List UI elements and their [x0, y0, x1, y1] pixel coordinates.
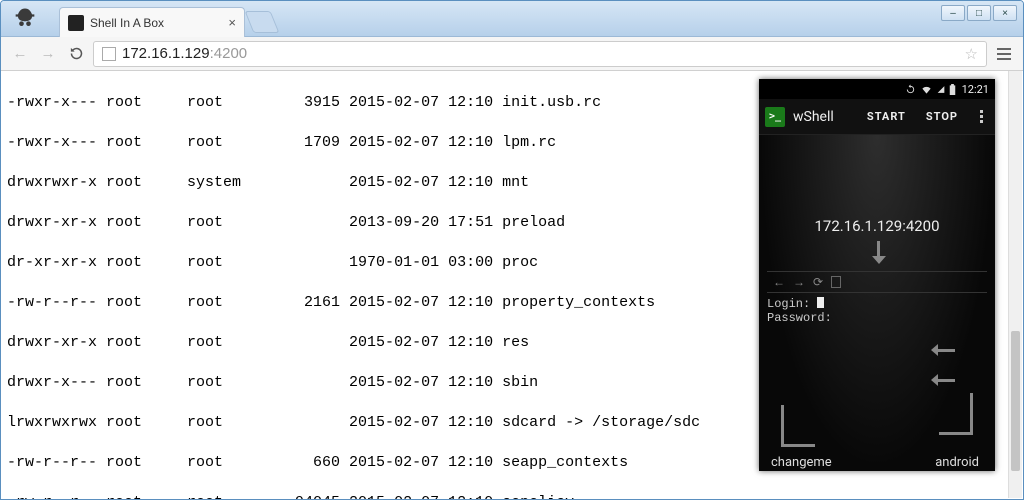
- minimize-button[interactable]: –: [941, 5, 965, 21]
- bookmark-star-icon[interactable]: ☆: [965, 45, 978, 63]
- android-screenshot: 12:21 wShell START STOP 172.16.1.129:420…: [759, 79, 995, 471]
- arrow-down-icon: [877, 241, 891, 261]
- close-window-button[interactable]: ×: [993, 5, 1017, 21]
- server-address-label: 172.16.1.129:4200: [767, 217, 987, 235]
- status-icons: [905, 84, 956, 95]
- login-prompt-area: Login: Password:: [767, 297, 987, 325]
- new-tab-button[interactable]: [245, 11, 280, 33]
- mini-reload-button[interactable]: ⟳: [813, 275, 823, 289]
- username-hint: changeme: [771, 455, 832, 470]
- wshell-app-icon: [765, 107, 785, 127]
- battery-icon: [949, 84, 956, 95]
- ls-row: -rw-r--r-- root root 94045 2015-02-07 12…: [7, 493, 1017, 499]
- login-cursor-icon: [817, 297, 824, 308]
- tab-favicon-icon: [68, 15, 84, 31]
- page-icon: [102, 47, 116, 61]
- password-hint: android: [935, 455, 979, 470]
- app-title: wShell: [793, 109, 834, 125]
- tab-close-button[interactable]: ×: [228, 15, 236, 30]
- mini-forward-button[interactable]: →: [793, 275, 805, 289]
- wifi-icon: [920, 84, 933, 95]
- mini-back-button[interactable]: ←: [773, 275, 785, 289]
- android-body: 172.16.1.129:4200 ← → ⟳ Login: Password:…: [759, 135, 995, 471]
- mini-browser-toolbar: ← → ⟳: [767, 271, 987, 293]
- android-statusbar: 12:21: [759, 79, 995, 99]
- scrollbar-thumb[interactable]: [1011, 331, 1020, 471]
- browser-window: Shell In A Box × – □ × ← → 172.16.1.129:…: [0, 0, 1024, 500]
- status-time: 12:21: [962, 83, 989, 96]
- bracket-icon: [939, 393, 973, 435]
- password-label: Password:: [767, 311, 832, 325]
- chrome-menu-button[interactable]: [993, 43, 1015, 65]
- titlebar: Shell In A Box × – □ ×: [1, 1, 1023, 37]
- arrow-left-icon: [937, 349, 955, 352]
- login-label: Login:: [767, 297, 817, 311]
- android-appbar: wShell START STOP: [759, 99, 995, 135]
- overflow-menu-button[interactable]: [974, 106, 989, 127]
- nav-toolbar: ← → 172.16.1.129:4200 ☆: [1, 37, 1023, 71]
- url-port: :4200: [210, 45, 248, 62]
- window-controls: – □ ×: [941, 5, 1017, 21]
- bracket-icon: [781, 405, 815, 447]
- start-button[interactable]: START: [861, 106, 912, 127]
- arrow-left-icon: [937, 379, 955, 382]
- signal-icon: [937, 84, 945, 95]
- back-button[interactable]: ←: [9, 43, 31, 65]
- vertical-scrollbar[interactable]: [1008, 71, 1022, 498]
- mini-page-icon: [831, 276, 841, 288]
- incognito-icon: [11, 5, 39, 33]
- reload-button[interactable]: [65, 43, 87, 65]
- address-bar[interactable]: 172.16.1.129:4200 ☆: [93, 41, 987, 67]
- url-host: 172.16.1.129: [122, 45, 210, 62]
- tab-title: Shell In A Box: [90, 16, 164, 30]
- browser-tab[interactable]: Shell In A Box ×: [59, 7, 245, 37]
- sync-icon: [905, 84, 916, 95]
- maximize-button[interactable]: □: [967, 5, 991, 21]
- forward-button[interactable]: →: [37, 43, 59, 65]
- stop-button[interactable]: STOP: [920, 106, 964, 127]
